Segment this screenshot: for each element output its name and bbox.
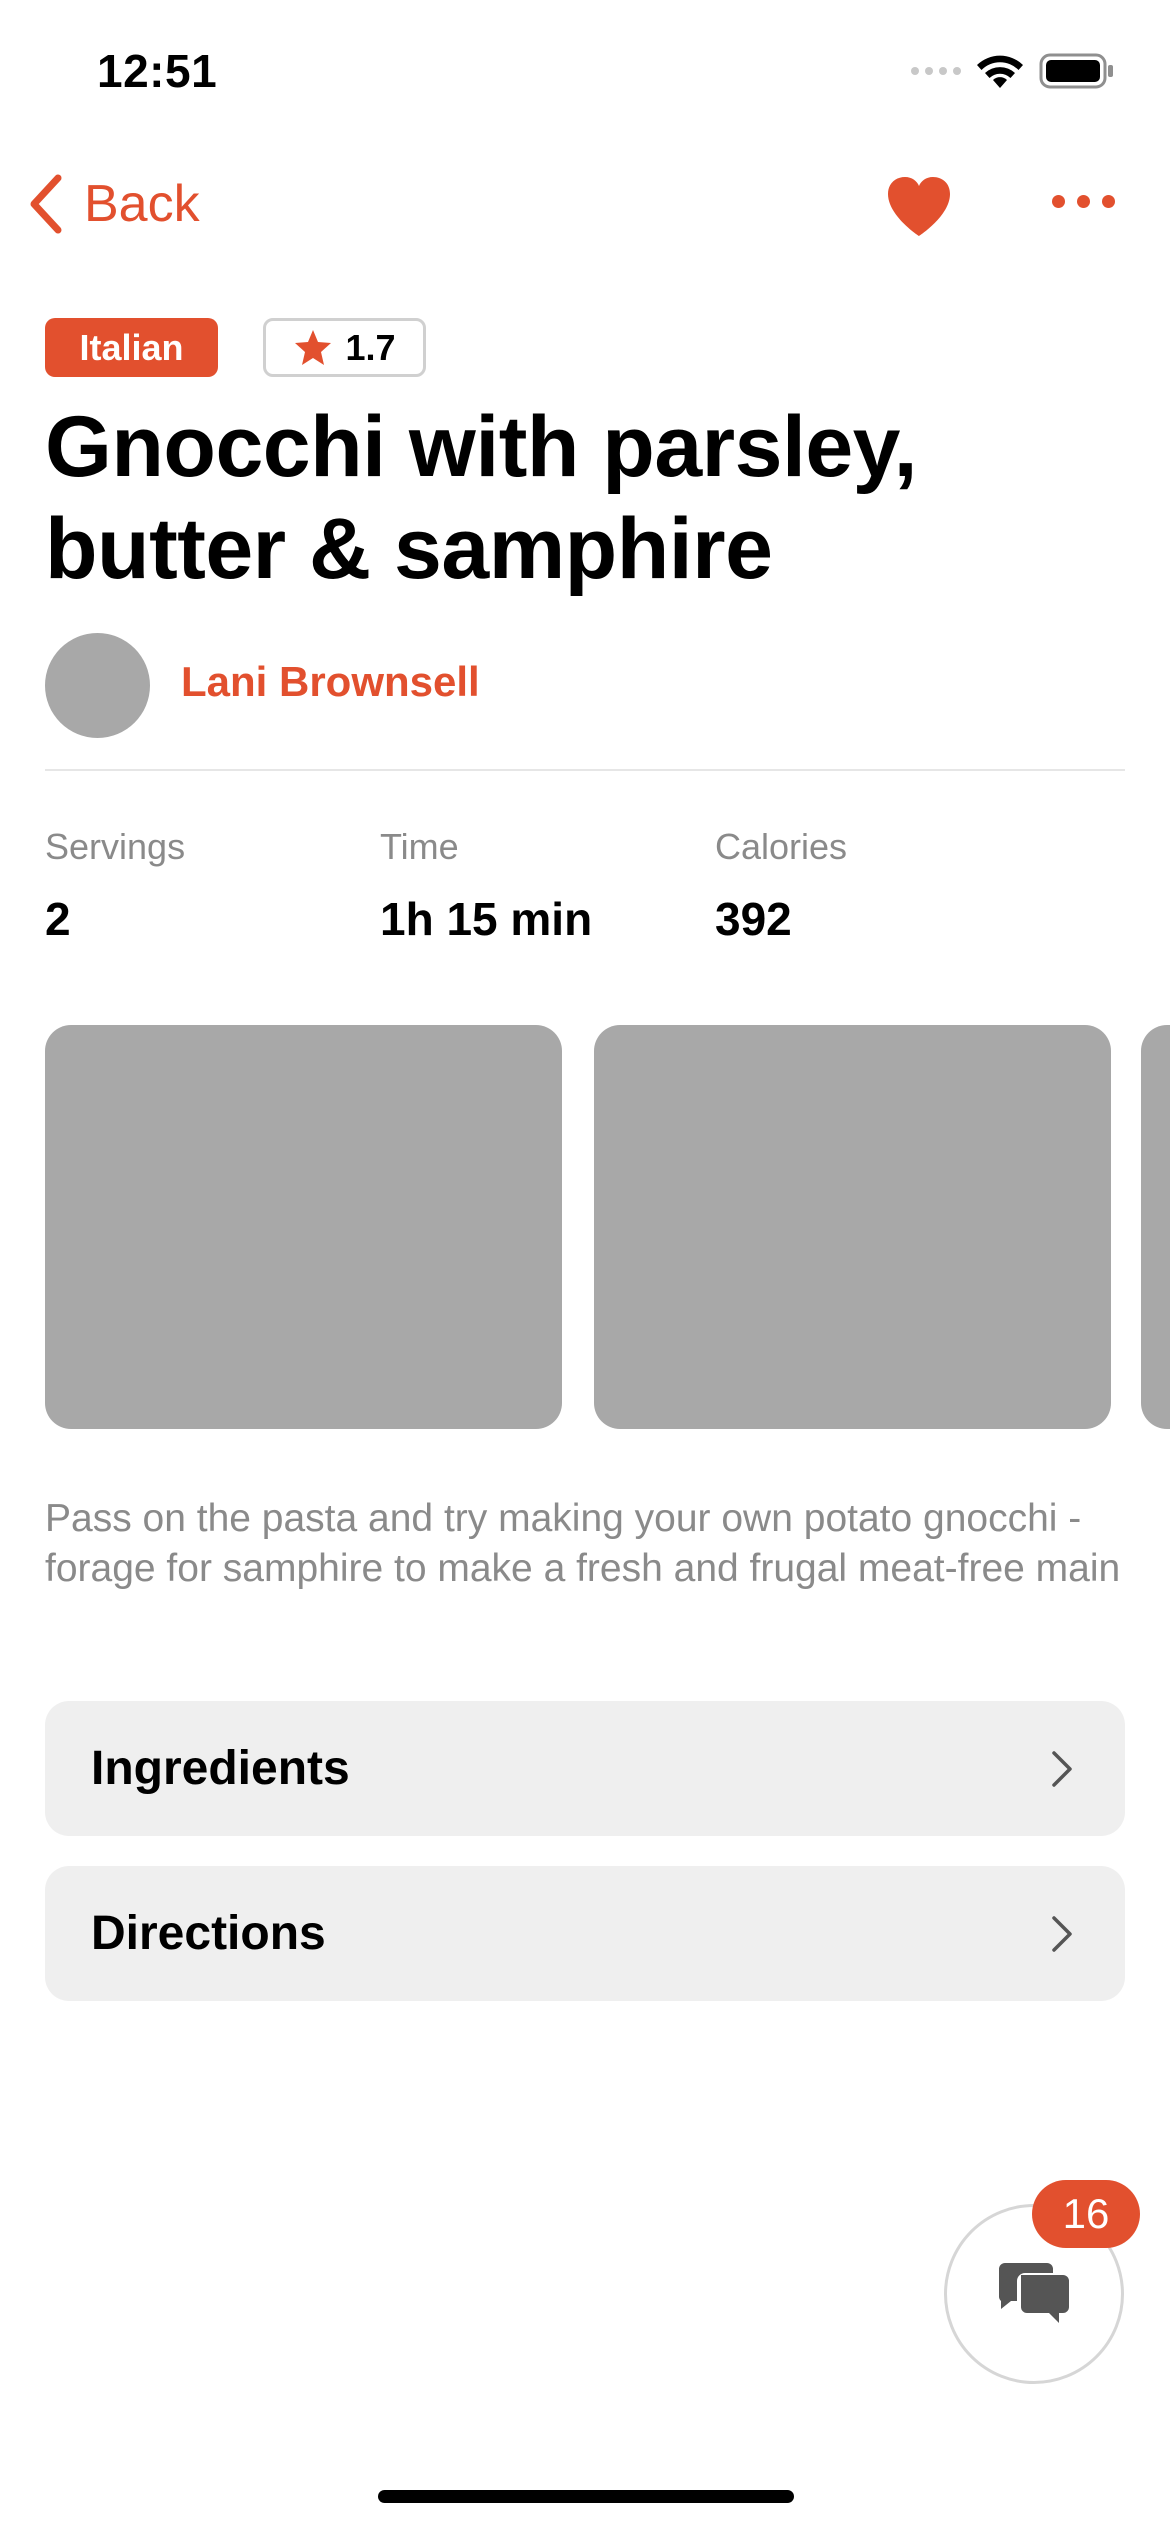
cellular-signal-icon bbox=[911, 67, 961, 75]
time-value: 1h 15 min bbox=[380, 893, 593, 945]
servings-label: Servings bbox=[45, 826, 186, 867]
more-options-button[interactable] bbox=[1052, 195, 1115, 208]
heart-icon[interactable] bbox=[884, 172, 954, 242]
avatar[interactable] bbox=[45, 633, 150, 738]
rating-badge: 1.7 bbox=[263, 318, 426, 377]
ingredients-row[interactable]: Ingredients bbox=[45, 1701, 1125, 1836]
ellipsis-icon bbox=[1052, 195, 1065, 208]
chevron-right-icon bbox=[1052, 1915, 1072, 1952]
home-indicator[interactable] bbox=[378, 2490, 794, 2503]
time-label: Time bbox=[380, 826, 459, 867]
comment-count-badge: 16 bbox=[1032, 2180, 1140, 2248]
recipe-photo[interactable] bbox=[45, 1025, 562, 1429]
servings-value: 2 bbox=[45, 893, 71, 945]
chevron-right-icon bbox=[1052, 1750, 1072, 1787]
recipe-photo[interactable] bbox=[1141, 1025, 1170, 1429]
recipe-description: Pass on the pasta and try making your ow… bbox=[45, 1497, 1121, 1590]
status-time: 12:51 bbox=[97, 45, 218, 97]
recipe-title: Gnocchi with parsley, butter & samphire bbox=[45, 399, 918, 597]
battery-icon bbox=[1039, 53, 1113, 89]
directions-label: Directions bbox=[91, 1907, 326, 1960]
chevron-left-icon bbox=[30, 174, 62, 234]
calories-label: Calories bbox=[715, 826, 848, 867]
rating-value: 1.7 bbox=[345, 326, 396, 368]
cuisine-tag: Italian bbox=[45, 318, 218, 377]
directions-row[interactable]: Directions bbox=[45, 1866, 1125, 2001]
divider bbox=[45, 769, 1125, 771]
chat-bubbles-icon bbox=[999, 2263, 1069, 2323]
wifi-icon bbox=[977, 55, 1023, 88]
back-label: Back bbox=[84, 175, 200, 233]
ingredients-label: Ingredients bbox=[91, 1742, 350, 1795]
author-name[interactable]: Lani Brownsell bbox=[181, 658, 480, 706]
recipe-photo[interactable] bbox=[594, 1025, 1111, 1429]
calories-value: 392 bbox=[715, 893, 792, 945]
star-icon bbox=[295, 329, 332, 365]
back-button[interactable]: Back bbox=[26, 174, 200, 234]
status-icons bbox=[911, 52, 1115, 90]
